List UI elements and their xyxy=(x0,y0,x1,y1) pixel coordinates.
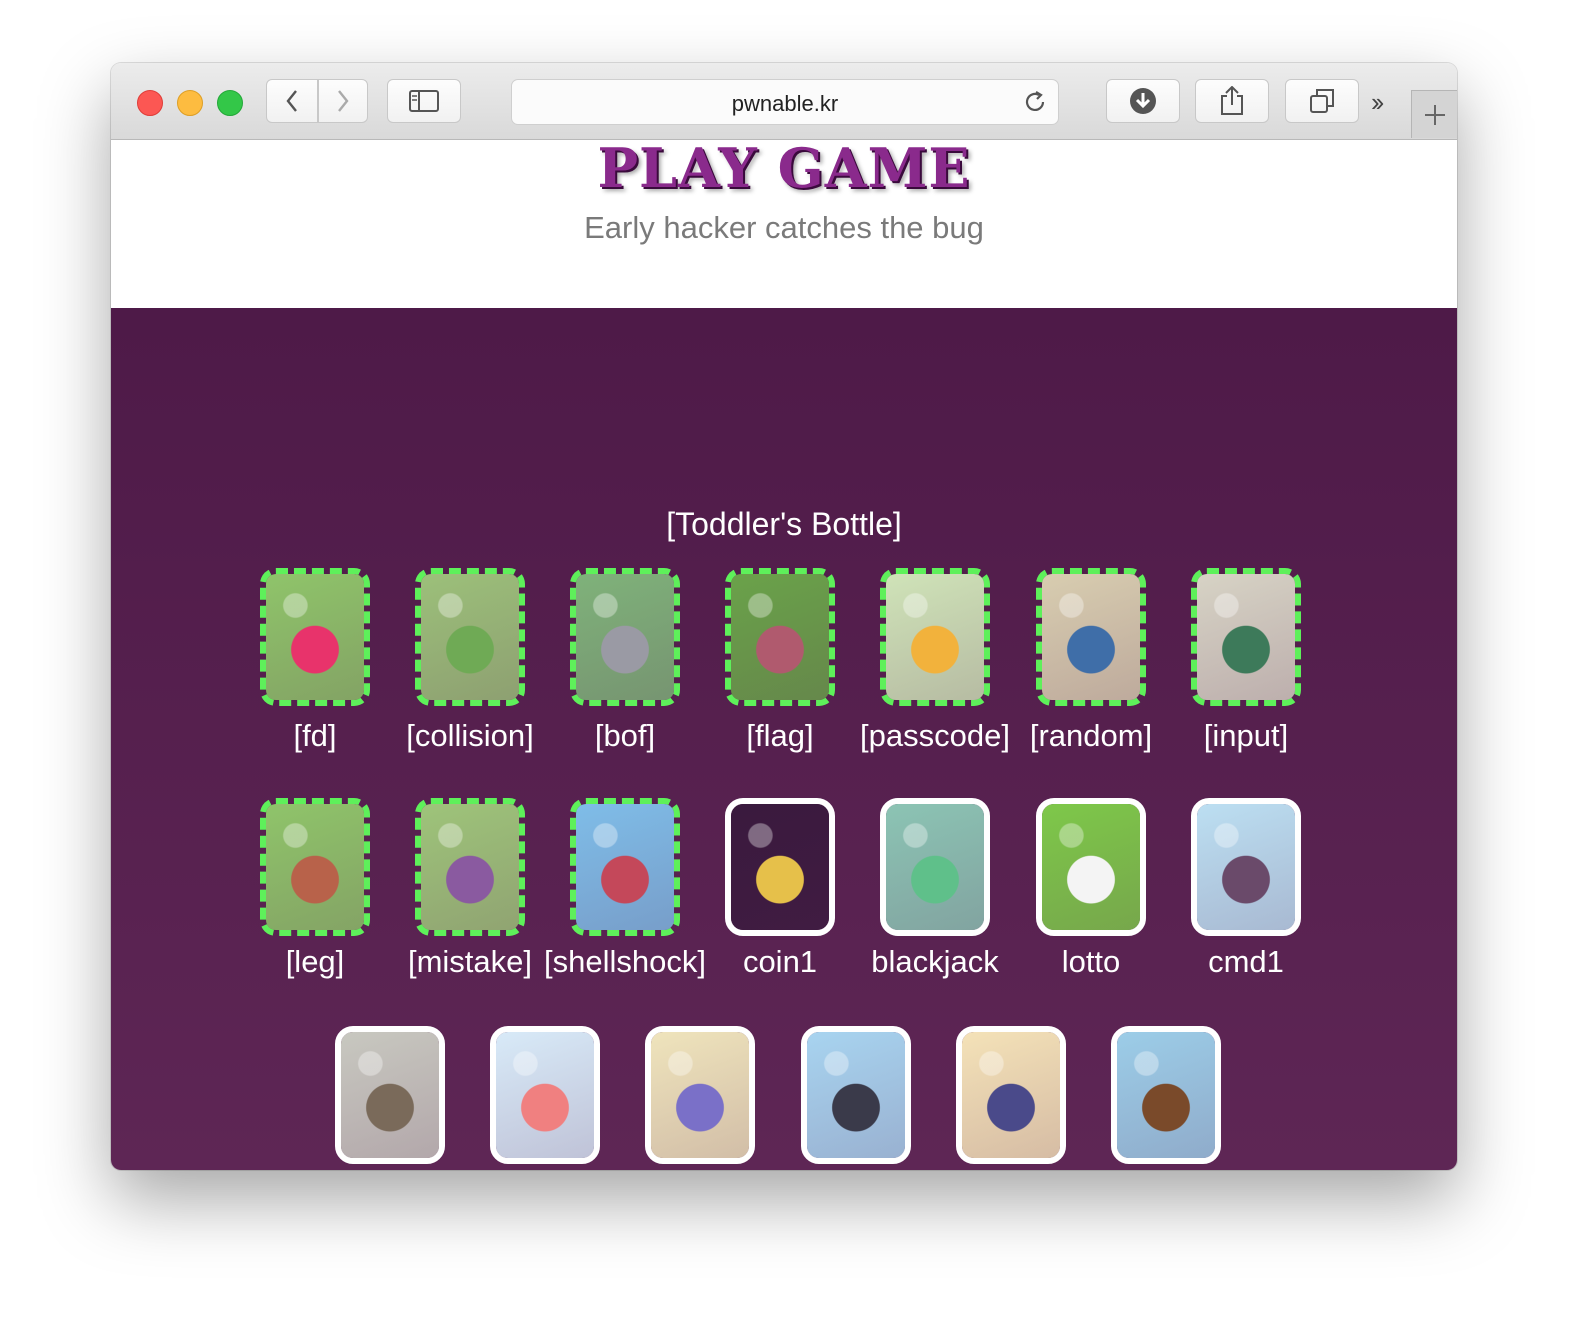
challenge-label-blackjack[interactable]: blackjack xyxy=(845,944,1025,980)
challenge-label-cmd1[interactable]: cmd1 xyxy=(1156,944,1336,980)
blue-wolf-icon xyxy=(1042,574,1140,700)
challenge-card-shellshock[interactable] xyxy=(570,798,680,936)
yellow-bird-icon xyxy=(886,574,984,700)
pink-slime-icon xyxy=(266,574,364,700)
challenge-card-random[interactable] xyxy=(1036,568,1146,706)
cocoon-icon xyxy=(731,574,829,700)
pumpkin-ghost-icon xyxy=(731,804,829,930)
close-window-button[interactable] xyxy=(137,90,163,116)
challenge-label-input[interactable]: [input] xyxy=(1156,718,1336,754)
sidebar-button[interactable] xyxy=(387,79,461,123)
download-icon xyxy=(1130,88,1156,114)
girl-umbrella-icon xyxy=(1197,804,1295,930)
sidebar-icon xyxy=(409,90,439,112)
cloud-slime-icon xyxy=(496,1032,594,1158)
challenge-card-coin1[interactable] xyxy=(725,798,835,936)
plus-icon xyxy=(1424,104,1445,125)
challenge-label-passcode[interactable]: [passcode] xyxy=(845,718,1025,754)
reload-icon[interactable] xyxy=(1022,89,1048,115)
challenge-label-random[interactable]: [random] xyxy=(1001,718,1181,754)
challenge-label-shellshock[interactable]: [shellshock] xyxy=(535,944,715,980)
challenge-label-fd[interactable]: [fd] xyxy=(225,718,405,754)
challenge-card-passcode[interactable] xyxy=(880,568,990,706)
challenge-card-hermit-crab[interactable] xyxy=(335,1026,445,1164)
challenge-label-mistake[interactable]: [mistake] xyxy=(380,944,560,980)
challenge-card-cmd1[interactable] xyxy=(1191,798,1301,936)
green-caterpillar-icon xyxy=(421,574,519,700)
challenge-card-collision[interactable] xyxy=(415,568,525,706)
downloads-button[interactable] xyxy=(1106,79,1180,123)
site-tagline: Early hacker catches the bug xyxy=(584,210,984,245)
tabs-overview-button[interactable] xyxy=(1285,79,1359,123)
challenge-label-coin1[interactable]: coin1 xyxy=(690,944,870,980)
zoom-window-button[interactable] xyxy=(217,90,243,116)
venus-flytrap-icon xyxy=(576,804,674,930)
challenge-card-flag[interactable] xyxy=(725,568,835,706)
back-button[interactable] xyxy=(266,79,318,123)
boxing-beetle-icon xyxy=(1197,574,1295,700)
rhino-beetle-icon xyxy=(1117,1032,1215,1158)
white-rabbit-icon xyxy=(1042,804,1140,930)
penguin-beach-icon xyxy=(962,1032,1060,1158)
challenge-label-lotto[interactable]: lotto xyxy=(1001,944,1181,980)
forward-button[interactable] xyxy=(318,79,368,123)
green-lizard-icon xyxy=(886,804,984,930)
browser-toolbar: pwnable.kr ›› xyxy=(111,63,1457,140)
challenge-card-penguin-beach[interactable] xyxy=(956,1026,1066,1164)
challenge-label-bof[interactable]: [bof] xyxy=(535,718,715,754)
address-bar[interactable]: pwnable.kr xyxy=(511,79,1059,125)
challenge-card-bat-cat[interactable] xyxy=(801,1026,911,1164)
challenge-label-leg[interactable]: [leg] xyxy=(225,944,405,980)
chevron-left-icon xyxy=(286,90,297,112)
more-chevron-icon[interactable]: ›› xyxy=(1371,87,1384,118)
challenge-card-lotto[interactable] xyxy=(1036,798,1146,936)
challenge-card-fd[interactable] xyxy=(260,568,370,706)
challenge-section: [Toddler's Bottle] [fd] [collision] [bof][… xyxy=(111,308,1457,1170)
sleeping-creatures-icon xyxy=(651,1032,749,1158)
challenge-card-rhino-beetle[interactable] xyxy=(1111,1026,1221,1164)
hermit-crab-icon xyxy=(341,1032,439,1158)
monkey-icon xyxy=(421,804,519,930)
bear-icon xyxy=(266,804,364,930)
section-title: [Toddler's Bottle] xyxy=(666,506,902,542)
challenge-label-flag[interactable]: [flag] xyxy=(690,718,870,754)
tabs-icon xyxy=(1310,89,1334,113)
bat-cat-icon xyxy=(807,1032,905,1158)
challenge-card-mistake[interactable] xyxy=(415,798,525,936)
challenge-card-blackjack[interactable] xyxy=(880,798,990,936)
challenge-card-input[interactable] xyxy=(1191,568,1301,706)
url-text: pwnable.kr xyxy=(731,91,839,116)
challenge-label-collision[interactable]: [collision] xyxy=(380,718,560,754)
chevron-right-icon xyxy=(338,90,349,112)
browser-window: pwnable.kr ›› PLAY GAME Early hacker cat… xyxy=(111,63,1457,1170)
minimize-window-button[interactable] xyxy=(177,90,203,116)
raccoon-icon xyxy=(576,574,674,700)
share-icon xyxy=(1221,86,1243,115)
new-tab-button[interactable] xyxy=(1411,90,1457,138)
page-header: PLAY GAME Early hacker catches the bug xyxy=(111,140,1457,308)
challenge-card-bof[interactable] xyxy=(570,568,680,706)
challenge-card-sleeping-creatures[interactable] xyxy=(645,1026,755,1164)
challenge-card-cloud-slime[interactable] xyxy=(490,1026,600,1164)
site-logo[interactable]: PLAY GAME xyxy=(111,140,1457,196)
challenge-card-leg[interactable] xyxy=(260,798,370,936)
share-button[interactable] xyxy=(1195,79,1269,123)
